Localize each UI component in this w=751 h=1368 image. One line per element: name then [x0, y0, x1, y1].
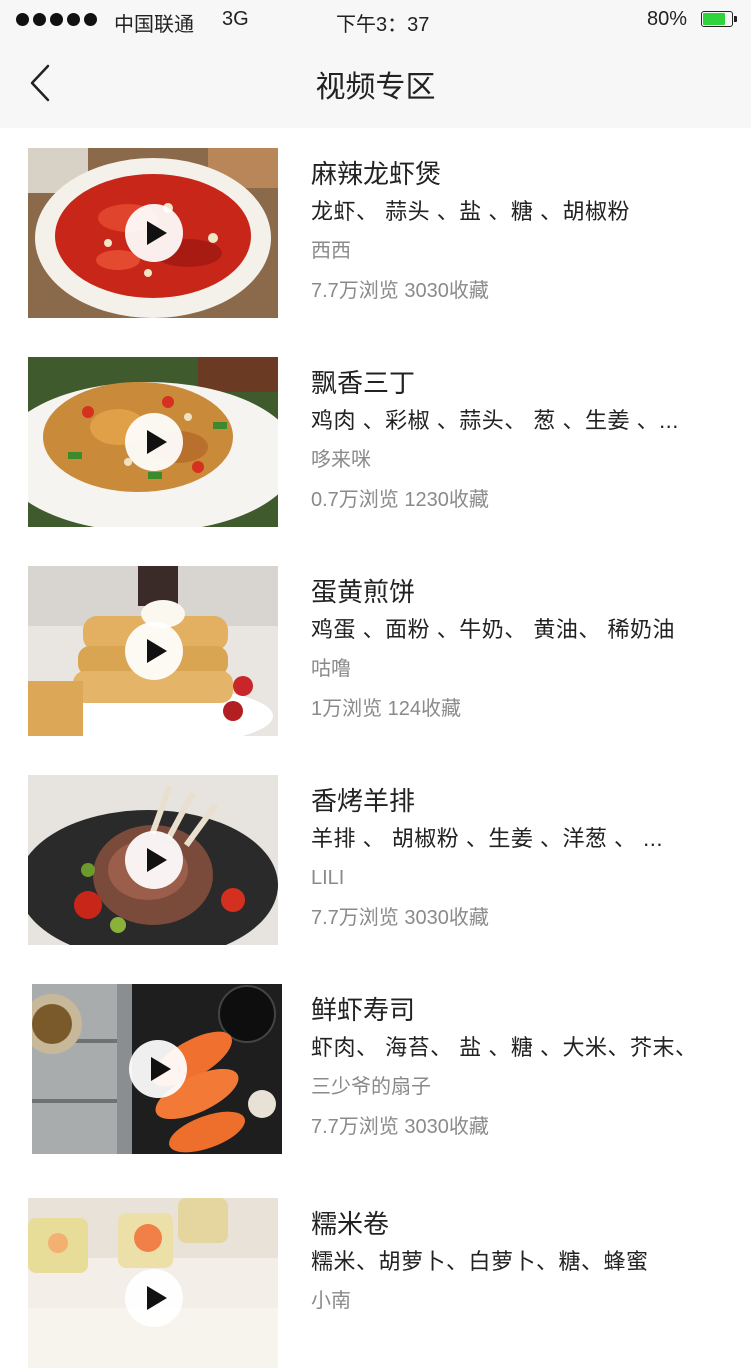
- recipe-thumbnail[interactable]: [28, 775, 278, 945]
- play-button[interactable]: [125, 831, 183, 889]
- list-item[interactable]: 蛋黄煎饼 鸡蛋 、面粉 、牛奶、 黄油、 稀奶油 咕噜 1万浏览 124收藏: [0, 546, 751, 736]
- recipe-ingredients: 龙虾、 蒜头 、盐 、糖 、胡椒粉: [311, 199, 630, 224]
- recipe-author: 小南: [311, 1290, 351, 1312]
- play-button[interactable]: [125, 1269, 183, 1327]
- recipe-stats: 0.7万浏览 1230收藏: [311, 489, 489, 511]
- status-bar: 中国联通 3G 下午3：37 80%: [0, 0, 751, 40]
- page-title: 视频专区: [315, 71, 436, 104]
- play-icon: [146, 1286, 167, 1310]
- recipe-thumbnail[interactable]: [32, 984, 282, 1154]
- recipe-title: 飘香三丁: [311, 368, 416, 398]
- recipe-author: 咕噜: [311, 658, 351, 680]
- recipe-ingredients: 鸡蛋 、面粉 、牛奶、 黄油、 稀奶油: [311, 617, 675, 642]
- recipe-title: 糯米卷: [311, 1209, 390, 1239]
- play-button[interactable]: [125, 204, 183, 262]
- recipe-stats: 7.7万浏览 3030收藏: [311, 280, 489, 302]
- network-type: 3G: [222, 8, 249, 30]
- recipe-title: 麻辣龙虾煲: [311, 159, 442, 189]
- battery-percent: 80%: [646, 8, 687, 30]
- list-item[interactable]: 香烤羊排 羊排 、 胡椒粉 、生姜 、洋葱 、 ... LILI 7.7万浏览 …: [0, 755, 751, 945]
- signal-strength-icon: [16, 13, 97, 26]
- recipe-title: 蛋黄煎饼: [311, 577, 416, 607]
- play-icon: [150, 1057, 171, 1081]
- play-icon: [146, 848, 167, 872]
- recipe-stats: 7.7万浏览 3030收藏: [311, 907, 489, 929]
- recipe-author: 哆来咪: [311, 449, 371, 471]
- recipe-ingredients: 鸡肉 、彩椒 、蒜头、 葱 、生姜 、...: [311, 408, 679, 433]
- recipe-stats: 7.7万浏览 3030收藏: [311, 1116, 489, 1138]
- recipe-thumbnail[interactable]: [28, 1198, 278, 1368]
- list-item[interactable]: 飘香三丁 鸡肉 、彩椒 、蒜头、 葱 、生姜 、... 哆来咪 0.7万浏览 1…: [0, 337, 751, 527]
- recipe-thumbnail[interactable]: [28, 566, 278, 736]
- recipe-title: 鲜虾寿司: [311, 995, 416, 1025]
- play-button[interactable]: [129, 1040, 187, 1098]
- recipe-author: LILI: [311, 867, 345, 889]
- recipe-ingredients: 羊排 、 胡椒粉 、生姜 、洋葱 、 ...: [311, 826, 664, 851]
- recipe-author: 西西: [311, 240, 351, 262]
- play-button[interactable]: [125, 413, 183, 471]
- recipe-thumbnail[interactable]: [28, 148, 278, 318]
- play-button[interactable]: [125, 622, 183, 680]
- list-item[interactable]: 糯米卷 糯米、胡萝卜、白萝卜、糖、蜂蜜 小南: [0, 1178, 751, 1368]
- nav-bar: 视频专区: [0, 40, 751, 128]
- recipe-ingredients: 糯米、胡萝卜、白萝卜、糖、蜂蜜: [311, 1249, 649, 1274]
- play-icon: [146, 639, 167, 663]
- list-item[interactable]: 麻辣龙虾煲 龙虾、 蒜头 、盐 、糖 、胡椒粉 西西 7.7万浏览 3030收藏: [0, 128, 751, 318]
- play-icon: [146, 221, 167, 245]
- recipe-title: 香烤羊排: [311, 786, 416, 816]
- list-item[interactable]: 鲜虾寿司 虾肉、 海苔、 盐 、糖 、大米、芥末、 三少爷的扇子 7.7万浏览 …: [0, 964, 751, 1154]
- recipe-stats: 1万浏览 124收藏: [311, 698, 462, 720]
- play-icon: [146, 430, 167, 454]
- battery-icon: [701, 11, 737, 27]
- recipe-author: 三少爷的扇子: [311, 1076, 431, 1098]
- status-time: 下午3：37: [336, 14, 430, 36]
- carrier-name: 中国联通: [114, 14, 194, 36]
- recipe-ingredients: 虾肉、 海苔、 盐 、糖 、大米、芥末、: [311, 1035, 698, 1060]
- recipe-thumbnail[interactable]: [28, 357, 278, 527]
